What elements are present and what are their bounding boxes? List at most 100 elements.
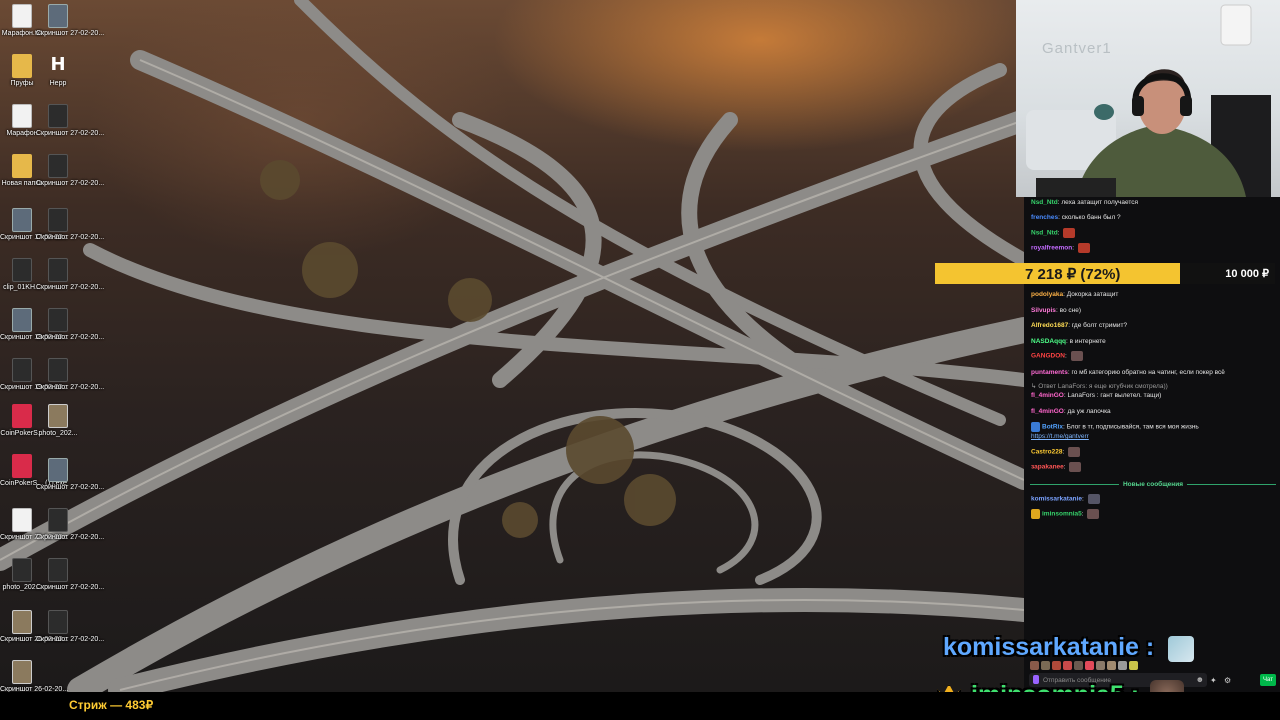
emote-icon[interactable] <box>1052 661 1061 670</box>
emote-icon <box>1069 462 1082 472</box>
chat-send-button[interactable]: Чат <box>1260 674 1276 686</box>
chat-username[interactable]: NASDAqqq <box>1031 338 1066 345</box>
text-file-icon <box>12 4 32 28</box>
chat-username[interactable]: BotRix <box>1042 424 1063 431</box>
subscriber-badge-icon <box>1031 509 1040 519</box>
emote-icon[interactable] <box>1074 661 1083 670</box>
desktop-icon-screenshot[interactable]: Скриншот 27-02-20... <box>36 4 105 38</box>
chat-username[interactable]: iminsomnia5 <box>1042 511 1082 518</box>
chat-message: зараkanee: <box>1031 462 1275 474</box>
chat-message: NASDAqqq: в интернете <box>1031 338 1106 345</box>
chat-username[interactable]: GANGDON <box>1031 353 1065 360</box>
desktop-icon-label: Скриншот 27-02-20... <box>36 484 105 491</box>
gear-icon[interactable]: ⚙ <box>1224 676 1231 686</box>
emote-icon <box>1063 228 1076 238</box>
screenshot-icon <box>12 660 32 684</box>
emote-icon[interactable] <box>1129 661 1138 670</box>
screenshot-icon <box>12 610 32 634</box>
desktop-icon-screenshot[interactable]: Скриншот 27-02-20... <box>36 154 105 188</box>
reply-text: Ответ LanaFors: я еще ютубчик смотрела)) <box>1038 383 1168 390</box>
screenshot-icon <box>48 508 68 532</box>
desktop-icon-label: Скриншот 27-02-20... <box>36 30 105 37</box>
desktop-icon-screenshot[interactable]: Скриншот 27-02-20... <box>36 308 105 342</box>
webcam-overlay: Gantver1 <box>1016 0 1280 197</box>
chat-text: в интернете <box>1069 338 1106 345</box>
desktop-icon-screenshot[interactable]: Скриншот 27-02-20... <box>36 610 105 644</box>
emote-icon[interactable] <box>1096 661 1105 670</box>
emote-icon <box>1077 243 1090 253</box>
emoji-picker-icon[interactable]: ☻ <box>1196 675 1204 685</box>
emote-icon[interactable] <box>1107 661 1116 670</box>
screenshot-icon <box>48 610 68 634</box>
chat-text: Блог в тг, подписывайся, там вся моя жиз… <box>1066 423 1199 431</box>
alert-username-1: komissarkatanie : <box>943 633 1155 661</box>
chat-username[interactable]: komissarkatanie <box>1031 496 1082 503</box>
chat-username[interactable]: fl_4minGO <box>1031 392 1064 399</box>
chat-username[interactable]: Nsd_Ntd <box>1031 230 1058 237</box>
desktop-icon-screenshot[interactable]: Скриншот 27-02-20... <box>36 104 104 138</box>
screenshot-icon <box>12 508 32 532</box>
emote-icon[interactable] <box>1063 661 1072 670</box>
desktop-icon-screenshot[interactable]: Скриншот 27-02-20... <box>36 208 104 242</box>
document-icon <box>12 104 32 128</box>
chat-message: royalfreemon: <box>1031 243 1275 255</box>
chat-text: сколько банн был ? <box>1061 214 1121 221</box>
chat-username[interactable]: Castro228 <box>1031 449 1062 456</box>
bot-badge-icon <box>1031 422 1040 432</box>
desktop-icon-screenshot[interactable]: Скриншот 27-02-20... <box>36 258 104 292</box>
desktop-icon-label: Скриншот 27-02-20... <box>36 180 105 187</box>
chat-message: https://t.me/gantverr <box>1031 432 1275 441</box>
desktop-icon-label: photo_202... <box>38 430 78 437</box>
folder-icon <box>12 54 32 78</box>
desktop-icon-screenshot[interactable]: Скриншот 27-02-20... <box>36 508 105 542</box>
desktop-icon-screenshot[interactable]: Скриншот 26-02-20... <box>0 660 68 694</box>
chat-message: podolyaka: Докорка затащит <box>1031 291 1119 298</box>
chat-username[interactable]: podolyaka <box>1031 291 1063 298</box>
desktop-icon-screenshot[interactable]: Скриншот 27-02-20... <box>36 458 105 492</box>
chat-username[interactable]: royalfreemon <box>1031 245 1072 252</box>
emote-icon[interactable] <box>1041 661 1050 670</box>
new-messages-divider: Новые сообщения <box>1030 480 1276 490</box>
coinpoker-icon <box>12 454 32 478</box>
chat-text: го мб категорию обратно на чатинг, если … <box>1071 369 1225 376</box>
chat-username[interactable]: Nsd_Ntd <box>1031 199 1058 206</box>
emote-icon <box>1068 447 1081 457</box>
desktop-icon-screenshot[interactable]: Скриншот 27-02-20... <box>36 358 104 392</box>
chat-username[interactable]: Silvupis <box>1031 307 1056 314</box>
chat-text: во сне) <box>1059 307 1081 314</box>
streamer-silhouette <box>1026 4 1271 197</box>
chat-username[interactable]: Alfredo1687 <box>1031 322 1068 329</box>
desktop-icon-hepp[interactable]: H Hepp <box>36 54 80 88</box>
emote-icon <box>1087 509 1100 519</box>
chat-text: где болт стримит? <box>1071 322 1128 329</box>
chat-message: fl_4minGO: да уж лаnочка <box>1031 408 1111 415</box>
chat-username[interactable]: fl_4minGO <box>1031 408 1064 415</box>
chat-message: Alfredo1687: где болт стримит? <box>1031 322 1128 329</box>
desktop-icon-label: Hepp <box>49 80 67 87</box>
emote-icon[interactable] <box>1118 661 1127 670</box>
chat-link[interactable]: https://t.me/gantverr <box>1031 433 1089 440</box>
chat-username[interactable]: frenches <box>1031 214 1058 221</box>
desktop-icon-label: Скриншот 27-02-20... <box>36 534 105 541</box>
ticker-text: Стриж — 483₽ <box>69 698 154 712</box>
chat-username[interactable]: зараkanee <box>1031 464 1064 471</box>
screenshot-icon <box>12 208 32 232</box>
coinpoker-icon <box>12 404 32 428</box>
chat-text: LanaFors : гант вылетел. тащи) <box>1067 392 1162 399</box>
chat-username[interactable]: puntaments <box>1031 369 1068 376</box>
emote-icon[interactable] <box>1085 661 1094 670</box>
screenshot-icon <box>48 558 68 582</box>
screenshot-icon <box>48 208 68 232</box>
chat-message: komissarkatanie: <box>1031 494 1275 506</box>
emote-icon[interactable] <box>1030 661 1039 670</box>
screenshot-icon <box>12 358 32 382</box>
desktop-icon-photo[interactable]: photo_202... <box>36 404 80 438</box>
desktop-icon-label: Скриншот 27-02-20... <box>36 636 105 643</box>
photo-icon <box>48 404 68 428</box>
screenshot-icon <box>48 104 68 128</box>
emote-icon <box>1070 351 1083 361</box>
desktop-icon-screenshot[interactable]: Скриншот 27-02-20... <box>36 558 104 592</box>
desktop-icon-label: Скриншот 27-02-20... <box>36 334 105 341</box>
settings-icon[interactable]: ✦ <box>1210 676 1217 686</box>
desktop-wallpaper <box>0 0 1024 692</box>
